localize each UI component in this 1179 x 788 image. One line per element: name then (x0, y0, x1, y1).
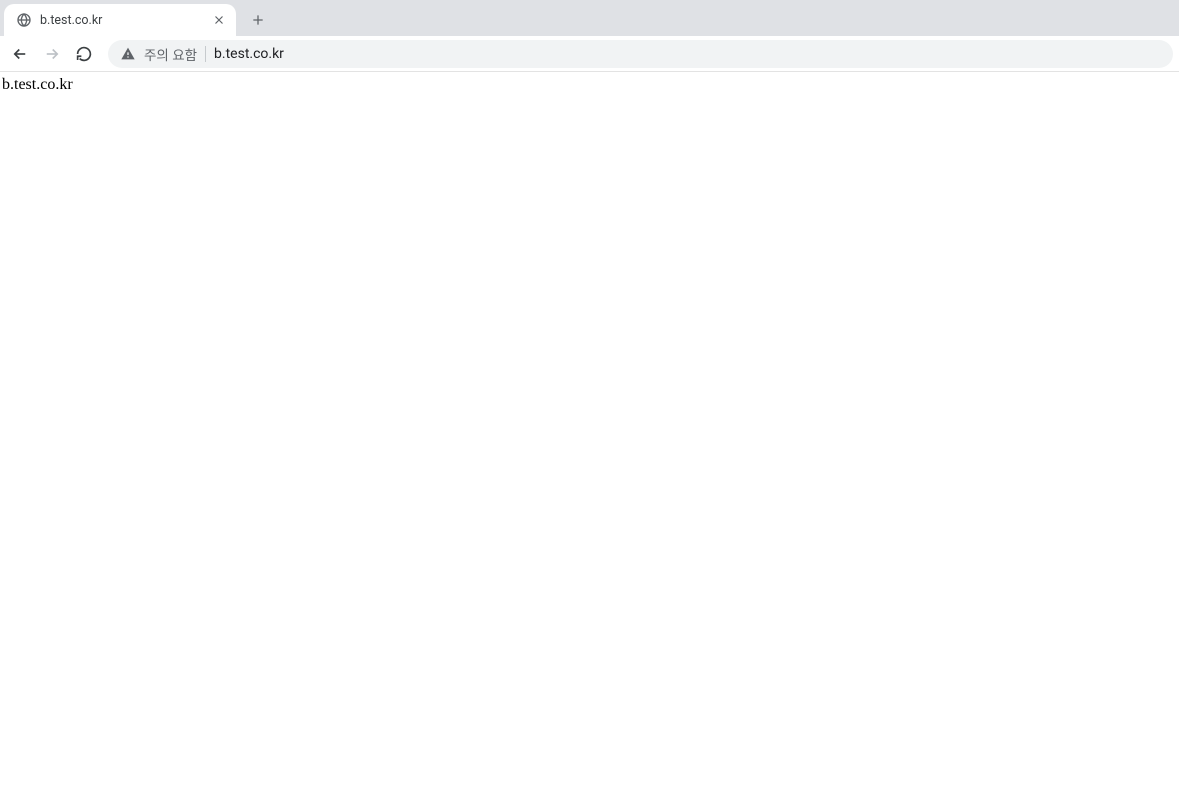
page-content: b.test.co.kr (0, 72, 1179, 98)
tab-title: b.test.co.kr (40, 13, 204, 28)
new-tab-button[interactable] (244, 6, 272, 34)
security-status-label: 주의 요함 (144, 44, 197, 64)
browser-tab[interactable]: b.test.co.kr (4, 4, 236, 36)
reload-icon (75, 45, 93, 63)
url-text: b.test.co.kr (214, 46, 1161, 62)
reload-button[interactable] (70, 40, 98, 68)
address-bar[interactable]: 주의 요함 b.test.co.kr (108, 40, 1173, 68)
arrow-left-icon (11, 45, 29, 63)
forward-button[interactable] (38, 40, 66, 68)
omnibox-separator (205, 46, 206, 62)
tab-strip: b.test.co.kr (0, 0, 1179, 36)
close-icon (213, 14, 225, 26)
back-button[interactable] (6, 40, 34, 68)
close-tab-button[interactable] (210, 11, 228, 29)
toolbar: 주의 요함 b.test.co.kr (0, 36, 1179, 72)
arrow-right-icon (43, 45, 61, 63)
page-body-text: b.test.co.kr (2, 76, 73, 93)
warning-icon (120, 46, 136, 62)
globe-icon (16, 12, 32, 28)
plus-icon (251, 13, 265, 27)
